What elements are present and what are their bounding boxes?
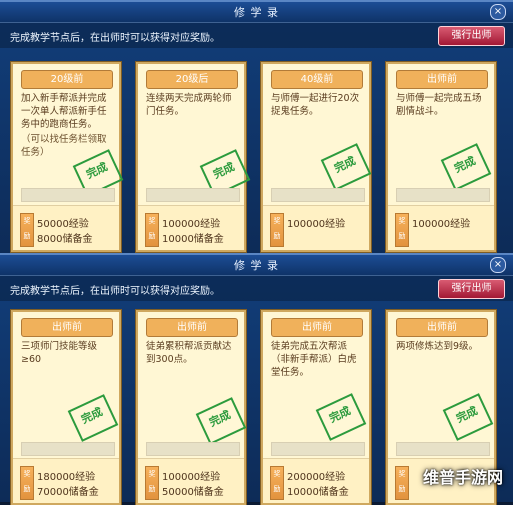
bottom-card-2-reward-fund: 50000储备金 — [162, 487, 224, 498]
top-card-2-reward-fund: 10000储备金 — [162, 234, 224, 245]
bottom-card-2-rewards: 奖励 100000经验 50000储备金 — [138, 458, 244, 503]
top-info-bar: 完成教学节点后，在出师时可以获得对应奖励。 强行出师 — [0, 22, 513, 48]
top-card-1-rewards: 奖励 50000经验 8000储备金 — [13, 205, 119, 250]
top-card-2-badge: 20级后 — [146, 70, 238, 89]
bottom-card-1-rewards: 奖励 180000经验 70000储备金 — [13, 458, 119, 503]
site-watermark: 维普手游网 — [422, 468, 503, 487]
bottom-card-2-badge: 出师前 — [146, 318, 238, 337]
reward-icon: 奖励 — [270, 213, 284, 247]
bottom-card-1-badge: 出师前 — [21, 318, 113, 337]
bottom-force-graduate-button[interactable]: 强行出师 — [438, 279, 505, 299]
top-card-4-main-text: 与师傅一起完成五场剧情战斗。 — [396, 93, 482, 117]
top-card-3-main-text: 与师傅一起进行20次捉鬼任务。 — [271, 93, 360, 117]
top-panel-title: 修 学 录 — [234, 6, 279, 19]
bottom-card-1-complete-stamp: 完成 — [67, 394, 119, 442]
top-instruction-text: 完成教学节点后，在出师时可以获得对应奖励。 — [10, 33, 220, 44]
bottom-card-3-reward-fund: 10000储备金 — [287, 487, 349, 498]
top-card-4-description: 与师傅一起完成五场剧情战斗。 — [396, 92, 488, 118]
top-card-3-rewards: 奖励 100000经验 — [263, 205, 369, 250]
bottom-card-3-main-text: 徒弟完成五次帮派（非新手帮派）白虎堂任务。 — [271, 341, 357, 378]
top-card-1-main-text: 加入新手帮派并完成一次单人帮派新手任务中的跑商任务。 — [21, 93, 107, 130]
bottom-card-1-description: 三项师门技能等级≥60 — [21, 340, 113, 366]
reward-icon: 奖励 — [20, 466, 34, 500]
top-card-4: 出师前 与师傅一起完成五场剧情战斗。 完成 奖励 100000经验 — [386, 62, 496, 252]
bottom-card-3-rewards: 奖励 200000经验 10000储备金 — [263, 458, 369, 503]
bottom-card-2-reward-exp: 100000经验 — [162, 472, 221, 483]
top-card-4-progress-bar — [396, 188, 490, 202]
bottom-card-1-progress-bar — [21, 442, 115, 456]
bottom-titlebar: 修 学 录 × — [0, 255, 513, 276]
bottom-card-2-description: 徒弟累积帮派贡献达到300点。 — [146, 340, 238, 366]
bottom-card-4-main-text: 两项修炼达到9级。 — [396, 341, 479, 352]
close-icon[interactable]: × — [490, 257, 506, 273]
bottom-info-bar: 完成教学节点后，在出师时可以获得对应奖励。 强行出师 — [0, 275, 513, 301]
bottom-card-2: 出师前 徒弟累积帮派贡献达到300点。 完成 奖励 100000经验 50000… — [136, 310, 247, 505]
reward-icon: 奖励 — [145, 466, 159, 500]
bottom-card-1-main-text: 三项师门技能等级≥60 — [21, 341, 98, 365]
top-card-2-reward-exp: 100000经验 — [162, 219, 221, 230]
bottom-card-3-complete-stamp: 完成 — [315, 393, 367, 441]
top-card-2-rewards: 奖励 100000经验 10000储备金 — [138, 205, 244, 250]
close-icon[interactable]: × — [490, 4, 506, 20]
bottom-card-3: 出师前 徒弟完成五次帮派（非新手帮派）白虎堂任务。 完成 奖励 200000经验… — [261, 310, 371, 505]
top-card-3-description: 与师傅一起进行20次捉鬼任务。 — [271, 92, 363, 118]
top-card-2-main-text: 连续两天完成两轮师门任务。 — [146, 93, 232, 117]
bottom-instruction-text: 完成教学节点后，在出师时可以获得对应奖励。 — [10, 286, 220, 297]
top-card-2-progress-bar — [146, 188, 240, 202]
reward-icon: 奖励 — [395, 466, 409, 500]
bottom-card-4-description: 两项修炼达到9级。 — [396, 340, 488, 353]
reward-icon: 奖励 — [145, 213, 159, 247]
bottom-card-4-badge: 出师前 — [396, 318, 488, 337]
top-card-1: 20级前 加入新手帮派并完成一次单人帮派新手任务中的跑商任务。 （可以找任务栏领… — [11, 62, 124, 252]
bottom-card-2-complete-stamp: 完成 — [195, 397, 247, 445]
reward-icon: 奖励 — [395, 213, 409, 247]
top-card-2-description: 连续两天完成两轮师门任务。 — [146, 92, 238, 118]
bottom-card-3-reward-exp: 200000经验 — [287, 472, 346, 483]
top-card-3-reward-exp: 100000经验 — [287, 219, 346, 230]
top-card-4-complete-stamp: 完成 — [440, 143, 492, 191]
bottom-card-3-description: 徒弟完成五次帮派（非新手帮派）白虎堂任务。 — [271, 340, 363, 379]
top-titlebar: 修 学 录 × — [0, 2, 513, 23]
top-card-3-badge: 40级前 — [271, 70, 363, 89]
bottom-card-3-progress-bar — [271, 442, 365, 456]
bottom-card-1: 出师前 三项师门技能等级≥60 完成 奖励 180000经验 70000储备金 — [11, 310, 121, 505]
top-card-2: 20级后 连续两天完成两轮师门任务。 完成 奖励 100000经验 10000储… — [136, 62, 251, 252]
reward-icon: 奖励 — [270, 466, 284, 500]
reward-icon: 奖励 — [20, 213, 34, 247]
top-card-3: 40级前 与师傅一起进行20次捉鬼任务。 完成 奖励 100000经验 — [261, 62, 372, 252]
bottom-card-2-progress-bar — [146, 442, 240, 456]
top-card-1-progress-bar — [21, 188, 115, 202]
top-card-4-rewards: 奖励 100000经验 — [388, 205, 494, 250]
bottom-panel-title: 修 学 录 — [234, 259, 279, 272]
top-card-4-badge: 出师前 — [396, 70, 488, 89]
bottom-card-4-complete-stamp: 完成 — [442, 393, 494, 441]
bottom-card-4-progress-bar — [396, 442, 490, 456]
top-card-4-reward-exp: 100000经验 — [412, 219, 471, 230]
bottom-card-2-main-text: 徒弟累积帮派贡献达到300点。 — [146, 341, 232, 365]
top-card-1-reward-exp: 50000经验 — [37, 219, 89, 230]
top-card-3-progress-bar — [271, 188, 365, 202]
top-card-1-description: 加入新手帮派并完成一次单人帮派新手任务中的跑商任务。 （可以找任务栏领取任务） — [21, 92, 113, 159]
top-panel: 修 学 录 × 完成教学节点后，在出师时可以获得对应奖励。 强行出师 20级前 … — [0, 0, 513, 257]
top-card-1-badge: 20级前 — [21, 70, 113, 89]
top-card-3-complete-stamp: 完成 — [320, 143, 372, 191]
bottom-card-3-badge: 出师前 — [271, 318, 363, 337]
top-force-graduate-button[interactable]: 强行出师 — [438, 26, 505, 46]
bottom-card-1-reward-fund: 70000储备金 — [37, 487, 99, 498]
top-card-1-reward-fund: 8000储备金 — [37, 234, 93, 245]
bottom-card-1-reward-exp: 180000经验 — [37, 472, 96, 483]
